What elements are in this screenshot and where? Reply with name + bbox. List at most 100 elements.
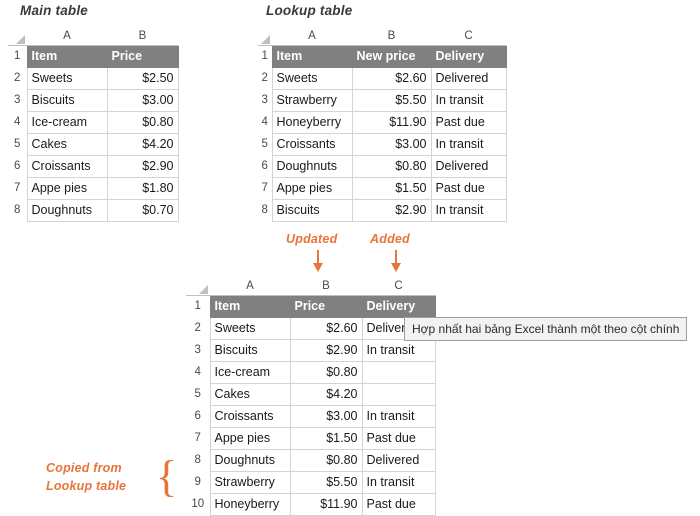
table-cell[interactable]: $4.20	[289, 383, 363, 406]
table-cell[interactable]	[361, 361, 436, 384]
table-cell[interactable]: $3.00	[289, 405, 363, 428]
table-cell[interactable]: In transit	[361, 405, 436, 428]
table-cell[interactable]: Delivered	[430, 155, 507, 178]
table-cell[interactable]: Croissants	[26, 155, 108, 178]
table-cell[interactable]: Sweets	[26, 67, 108, 90]
row-number[interactable]: 3	[258, 89, 272, 112]
table-cell[interactable]: Past due	[361, 427, 436, 450]
row-number[interactable]: 8	[258, 199, 272, 222]
row-number[interactable]: 2	[258, 67, 272, 90]
table-cell[interactable]	[361, 383, 436, 406]
row-number[interactable]: 7	[258, 177, 272, 200]
table-cell[interactable]: $11.90	[351, 111, 432, 134]
row-number[interactable]: 9	[186, 471, 210, 494]
table-column-label[interactable]: Item	[209, 295, 291, 318]
select-all-corner[interactable]	[258, 28, 272, 46]
table-cell[interactable]: $11.90	[289, 493, 363, 516]
table-cell[interactable]: In transit	[430, 199, 507, 222]
row-number[interactable]: 5	[186, 383, 210, 406]
row-number[interactable]: 8	[186, 449, 210, 472]
table-cell[interactable]: Cakes	[209, 383, 291, 406]
table-cell[interactable]: Croissants	[271, 133, 353, 156]
table-cell[interactable]: Appe pies	[26, 177, 108, 200]
row-number[interactable]: 3	[8, 89, 27, 112]
column-header-b[interactable]: B	[352, 28, 431, 46]
table-cell[interactable]: Past due	[430, 177, 507, 200]
table-cell[interactable]: $4.20	[106, 133, 179, 156]
table-cell[interactable]: Appe pies	[271, 177, 353, 200]
column-header-c[interactable]: C	[431, 28, 506, 46]
row-number[interactable]: 2	[186, 317, 210, 340]
table-cell[interactable]: $0.70	[106, 199, 179, 222]
row-number[interactable]: 2	[8, 67, 27, 90]
table-cell[interactable]: $2.90	[351, 199, 432, 222]
row-number[interactable]: 1	[8, 45, 27, 68]
table-cell[interactable]: $3.00	[351, 133, 432, 156]
table-cell[interactable]: Delivered	[361, 449, 436, 472]
table-cell[interactable]: Doughnuts	[26, 199, 108, 222]
select-all-corner[interactable]	[186, 278, 210, 296]
row-number[interactable]: 4	[186, 361, 210, 384]
row-number[interactable]: 8	[8, 199, 27, 222]
column-header-b[interactable]: B	[290, 278, 362, 296]
table-column-label[interactable]: Delivery	[361, 295, 436, 318]
table-column-label[interactable]: Item	[26, 45, 108, 68]
table-cell[interactable]: $0.80	[351, 155, 432, 178]
column-header-a[interactable]: A	[210, 278, 290, 296]
table-cell[interactable]: $0.80	[106, 111, 179, 134]
table-cell[interactable]: Sweets	[271, 67, 353, 90]
table-cell[interactable]: In transit	[430, 133, 507, 156]
table-cell[interactable]: Honeyberry	[271, 111, 353, 134]
table-column-label[interactable]: Price	[289, 295, 363, 318]
table-cell[interactable]: $5.50	[351, 89, 432, 112]
table-cell[interactable]: Appe pies	[209, 427, 291, 450]
table-cell[interactable]: $1.50	[289, 427, 363, 450]
table-column-label[interactable]: New price	[351, 45, 432, 68]
lookup-table[interactable]: A B C 1 Item New price Delivery 2 Sweets $2.60 Del…	[258, 28, 507, 222]
table-cell[interactable]: Doughnuts	[209, 449, 291, 472]
table-cell[interactable]: $0.80	[289, 449, 363, 472]
row-number[interactable]: 7	[186, 427, 210, 450]
table-cell[interactable]: $2.60	[289, 317, 363, 340]
row-number[interactable]: 1	[186, 295, 210, 318]
row-number[interactable]: 6	[8, 155, 27, 178]
table-cell[interactable]: $5.50	[289, 471, 363, 494]
row-number[interactable]: 7	[8, 177, 27, 200]
table-cell[interactable]: Sweets	[209, 317, 291, 340]
table-cell[interactable]: $0.80	[289, 361, 363, 384]
column-header-b[interactable]: B	[107, 28, 178, 46]
result-table[interactable]: A B C 1 Item Price Delivery 2 Sweets $2.60 Deliver…	[186, 278, 436, 516]
row-number[interactable]: 1	[258, 45, 272, 68]
row-number[interactable]: 5	[8, 133, 27, 156]
table-cell[interactable]: Strawberry	[209, 471, 291, 494]
table-cell[interactable]: Biscuits	[26, 89, 108, 112]
table-cell[interactable]: $1.80	[106, 177, 179, 200]
column-header-c[interactable]: C	[362, 278, 435, 296]
row-number[interactable]: 5	[258, 133, 272, 156]
table-cell[interactable]: Biscuits	[209, 339, 291, 362]
table-cell[interactable]: Biscuits	[271, 199, 353, 222]
table-cell[interactable]: Strawberry	[271, 89, 353, 112]
table-cell[interactable]: Delivered	[430, 67, 507, 90]
row-number[interactable]: 10	[186, 493, 210, 516]
table-column-label[interactable]: Item	[271, 45, 353, 68]
row-number[interactable]: 4	[258, 111, 272, 134]
table-column-label[interactable]: Price	[106, 45, 179, 68]
table-cell[interactable]: Past due	[430, 111, 507, 134]
table-column-label[interactable]: Delivery	[430, 45, 507, 68]
select-all-corner[interactable]	[8, 28, 27, 46]
table-cell[interactable]: $2.90	[106, 155, 179, 178]
row-number[interactable]: 3	[186, 339, 210, 362]
table-cell[interactable]: $2.60	[351, 67, 432, 90]
table-cell[interactable]: $3.00	[106, 89, 179, 112]
column-header-a[interactable]: A	[27, 28, 107, 46]
table-cell[interactable]: $1.50	[351, 177, 432, 200]
row-number[interactable]: 6	[186, 405, 210, 428]
table-cell[interactable]: Ice-cream	[26, 111, 108, 134]
table-cell[interactable]: Doughnuts	[271, 155, 353, 178]
row-number[interactable]: 6	[258, 155, 272, 178]
table-cell[interactable]: Ice-cream	[209, 361, 291, 384]
main-table[interactable]: A B 1 Item Price 2 Sweets $2.50 3 Biscuits $3.00 4 I…	[8, 28, 179, 222]
table-cell[interactable]: $2.50	[106, 67, 179, 90]
table-cell[interactable]: $2.90	[289, 339, 363, 362]
